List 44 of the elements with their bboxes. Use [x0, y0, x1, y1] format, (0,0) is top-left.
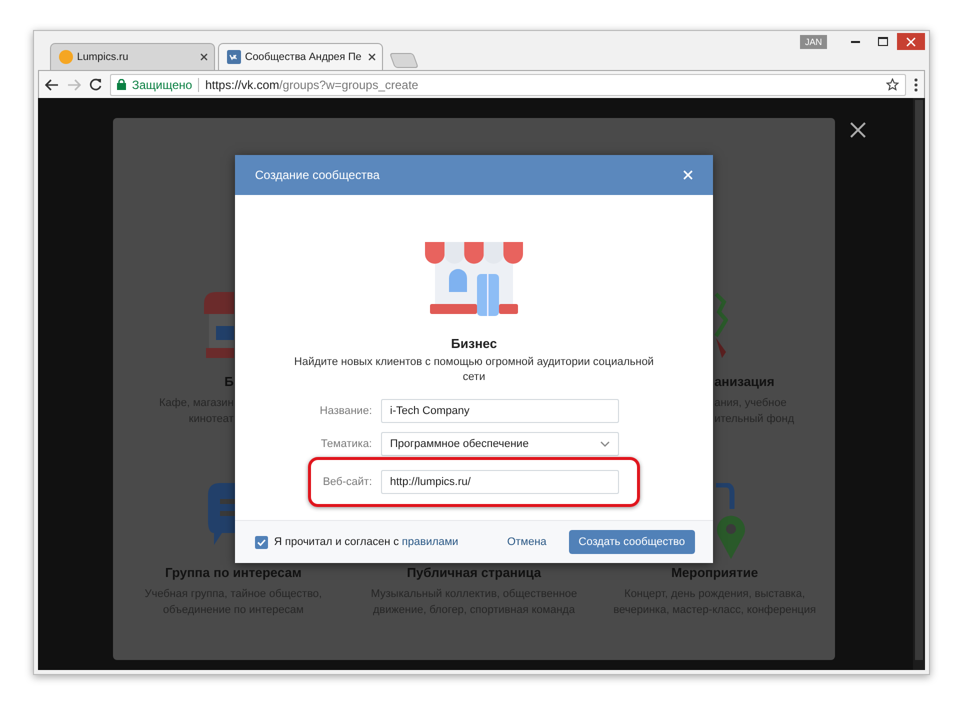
close-icon[interactable]: [200, 53, 208, 61]
field-label: Тематика:: [320, 438, 372, 450]
category-title: Мероприятие: [671, 565, 758, 580]
scrollbar[interactable]: [913, 98, 925, 670]
field-label: Веб-сайт:: [322, 476, 372, 488]
close-icon[interactable]: [850, 122, 866, 138]
address-bar[interactable]: Защищено https://vk.com/groups?w=groups_create: [110, 74, 906, 96]
secure-label: Защищено: [132, 78, 192, 92]
lock-icon: [117, 79, 126, 90]
field-label: Название:: [318, 405, 372, 417]
url-text: https://vk.com/groups?w=groups_create: [205, 78, 420, 92]
rules-link[interactable]: правилами: [402, 536, 458, 548]
select-field[interactable]: Программное обеспечение: [381, 432, 619, 456]
dialog-heading: Бизнес: [451, 336, 497, 351]
map-pin-icon: [716, 483, 746, 559]
browser-tab[interactable]: Lumpics.ru: [50, 43, 215, 70]
dialog-description: Найдите новых клиентов с помощью огромной аудитории социальной сети: [294, 355, 654, 385]
category-title: Публичная страница: [406, 565, 542, 580]
shop-icon: [425, 240, 523, 316]
menu-icon[interactable]: [914, 78, 918, 92]
input-field[interactable]: i-Tech Company: [381, 399, 619, 423]
minimize-icon: [850, 40, 860, 42]
dialog-title: Создание сообщества: [255, 168, 380, 182]
back-arrow-icon[interactable]: [45, 78, 59, 90]
close-button[interactable]: [897, 33, 925, 50]
shop-icon: [204, 292, 234, 360]
agreement-text: Я прочитал и согласен с правилами: [274, 536, 460, 548]
category-title: Группа по интересам: [165, 565, 302, 580]
category-title: анизация: [714, 374, 774, 389]
reload-icon[interactable]: [89, 78, 102, 91]
vk-favicon-icon: [227, 50, 241, 64]
checkbox[interactable]: [255, 536, 268, 548]
circle-favicon-icon: [59, 50, 73, 64]
close-icon: [906, 36, 916, 46]
chevron-down-icon: [600, 441, 610, 447]
input-field[interactable]: http://lumpics.ru/: [381, 470, 619, 494]
chat-bubble-icon: [208, 483, 236, 545]
create-community-button[interactable]: Создать сообщество: [568, 530, 695, 554]
cancel-link[interactable]: Отмена: [507, 536, 547, 548]
close-icon[interactable]: [368, 53, 376, 61]
checkmark-icon: [257, 538, 266, 546]
browser-tab[interactable]: Сообщества Андрея Пе: [218, 43, 383, 70]
star-icon[interactable]: [886, 78, 899, 91]
maximize-icon: [878, 37, 888, 46]
